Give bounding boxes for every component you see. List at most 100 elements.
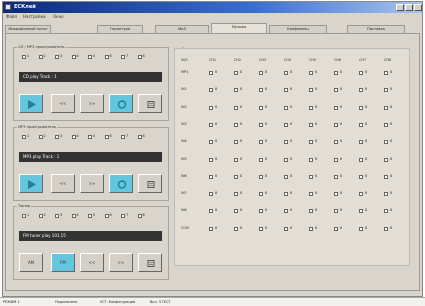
checkbox[interactable] [71, 135, 76, 139]
matrix-checkbox[interactable] [384, 105, 388, 110]
channel-checkbox[interactable]: 8 [137, 54, 154, 60]
matrix-checkbox[interactable] [309, 140, 313, 145]
checkbox[interactable] [71, 214, 76, 218]
matrix-checkbox[interactable] [209, 140, 213, 145]
checkbox[interactable] [88, 55, 92, 59]
menu-window[interactable]: Окно [53, 14, 64, 19]
close-button[interactable] [414, 4, 422, 11]
transport-button[interactable]: << [51, 174, 75, 193]
matrix-checkbox[interactable] [234, 71, 238, 75]
matrix-checkbox[interactable] [284, 192, 288, 197]
matrix-checkbox[interactable] [309, 192, 313, 197]
matrix-checkbox[interactable] [384, 209, 388, 214]
checkbox[interactable] [88, 214, 92, 218]
matrix-checkbox[interactable] [209, 88, 213, 93]
matrix-checkbox[interactable] [234, 209, 238, 214]
matrix-checkbox[interactable] [334, 192, 338, 197]
matrix-checkbox[interactable] [384, 140, 388, 145]
channel-checkbox[interactable]: 6 [104, 54, 121, 60]
matrix-checkbox[interactable] [334, 157, 338, 162]
matrix-checkbox[interactable] [234, 192, 238, 197]
matrix-checkbox[interactable] [384, 122, 388, 127]
matrix-checkbox[interactable] [234, 140, 238, 145]
channel-checkbox[interactable]: 2 [38, 134, 55, 140]
channel-checkbox[interactable]: 6 [104, 134, 121, 140]
matrix-checkbox[interactable] [284, 140, 288, 145]
matrix-checkbox[interactable] [259, 157, 263, 162]
checkbox[interactable] [71, 55, 76, 59]
checkbox[interactable] [55, 55, 59, 59]
checkbox[interactable] [22, 55, 26, 59]
matrix-checkbox[interactable] [359, 140, 363, 145]
minimize-button[interactable] [396, 4, 404, 11]
transport-button[interactable]: >> [80, 94, 104, 113]
channel-checkbox[interactable]: 8 [137, 213, 154, 219]
checkbox[interactable] [121, 135, 125, 139]
channel-checkbox[interactable]: 2 [38, 54, 55, 60]
channel-checkbox[interactable]: 5 [88, 134, 104, 140]
tab-music[interactable]: Музыка [211, 23, 267, 33]
channel-checkbox[interactable]: 3 [55, 54, 71, 60]
matrix-checkbox[interactable] [234, 174, 238, 179]
matrix-checkbox[interactable] [209, 157, 213, 162]
play-button[interactable] [19, 174, 43, 193]
transport-button[interactable]: >> [80, 174, 104, 193]
transport-button[interactable]: >> [109, 253, 133, 272]
stop-button[interactable] [138, 94, 162, 113]
matrix-checkbox[interactable] [259, 88, 263, 93]
matrix-checkbox[interactable] [359, 226, 363, 231]
matrix-checkbox[interactable] [309, 88, 313, 93]
matrix-checkbox[interactable] [309, 71, 313, 75]
matrix-checkbox[interactable] [259, 226, 263, 231]
matrix-checkbox[interactable] [259, 209, 263, 214]
matrix-checkbox[interactable] [209, 226, 213, 231]
matrix-checkbox[interactable] [334, 122, 338, 127]
matrix-checkbox[interactable] [234, 157, 238, 162]
channel-checkbox[interactable]: 7 [121, 134, 137, 140]
matrix-checkbox[interactable] [309, 122, 313, 127]
checkbox[interactable] [104, 135, 109, 139]
matrix-checkbox[interactable] [259, 174, 263, 179]
matrix-checkbox[interactable] [359, 105, 363, 110]
matrix-checkbox[interactable] [209, 192, 213, 197]
matrix-checkbox[interactable] [359, 157, 363, 162]
checkbox[interactable] [22, 135, 26, 139]
matrix-checkbox[interactable] [334, 174, 338, 179]
tab-delivery[interactable]: Поставка [347, 25, 405, 33]
matrix-checkbox[interactable] [334, 88, 338, 93]
checkbox[interactable] [38, 214, 43, 218]
matrix-checkbox[interactable] [284, 88, 288, 93]
matrix-checkbox[interactable] [334, 105, 338, 110]
channel-checkbox[interactable]: 6 [104, 213, 121, 219]
matrix-checkbox[interactable] [284, 174, 288, 179]
channel-checkbox[interactable]: 2 [38, 213, 55, 219]
matrix-checkbox[interactable] [309, 226, 313, 231]
transport-button[interactable]: << [51, 94, 75, 113]
channel-checkbox[interactable]: 1 [22, 54, 38, 60]
menu-file[interactable]: Файл [6, 14, 17, 19]
record-button[interactable] [109, 94, 133, 113]
tab-conference[interactable]: Конференц [269, 25, 327, 33]
channel-checkbox[interactable]: 4 [71, 134, 88, 140]
matrix-checkbox[interactable] [334, 226, 338, 231]
matrix-checkbox[interactable] [234, 122, 238, 127]
channel-checkbox[interactable]: 4 [71, 213, 88, 219]
matrix-checkbox[interactable] [334, 209, 338, 214]
channel-checkbox[interactable]: 7 [121, 213, 137, 219]
channel-checkbox[interactable]: 7 [121, 54, 137, 60]
matrix-checkbox[interactable] [309, 174, 313, 179]
stop-button[interactable] [138, 253, 162, 272]
matrix-checkbox[interactable] [334, 140, 338, 145]
maximize-button[interactable] [405, 4, 413, 11]
matrix-checkbox[interactable] [234, 226, 238, 231]
matrix-checkbox[interactable] [359, 192, 363, 197]
channel-checkbox[interactable]: 3 [55, 134, 71, 140]
matrix-checkbox[interactable] [384, 192, 388, 197]
transport-button[interactable]: FM [51, 253, 75, 272]
channel-checkbox[interactable]: 5 [88, 54, 104, 60]
matrix-checkbox[interactable] [259, 71, 263, 75]
matrix-checkbox[interactable] [209, 105, 213, 110]
checkbox[interactable] [104, 214, 109, 218]
matrix-checkbox[interactable] [284, 157, 288, 162]
matrix-checkbox[interactable] [209, 209, 213, 214]
